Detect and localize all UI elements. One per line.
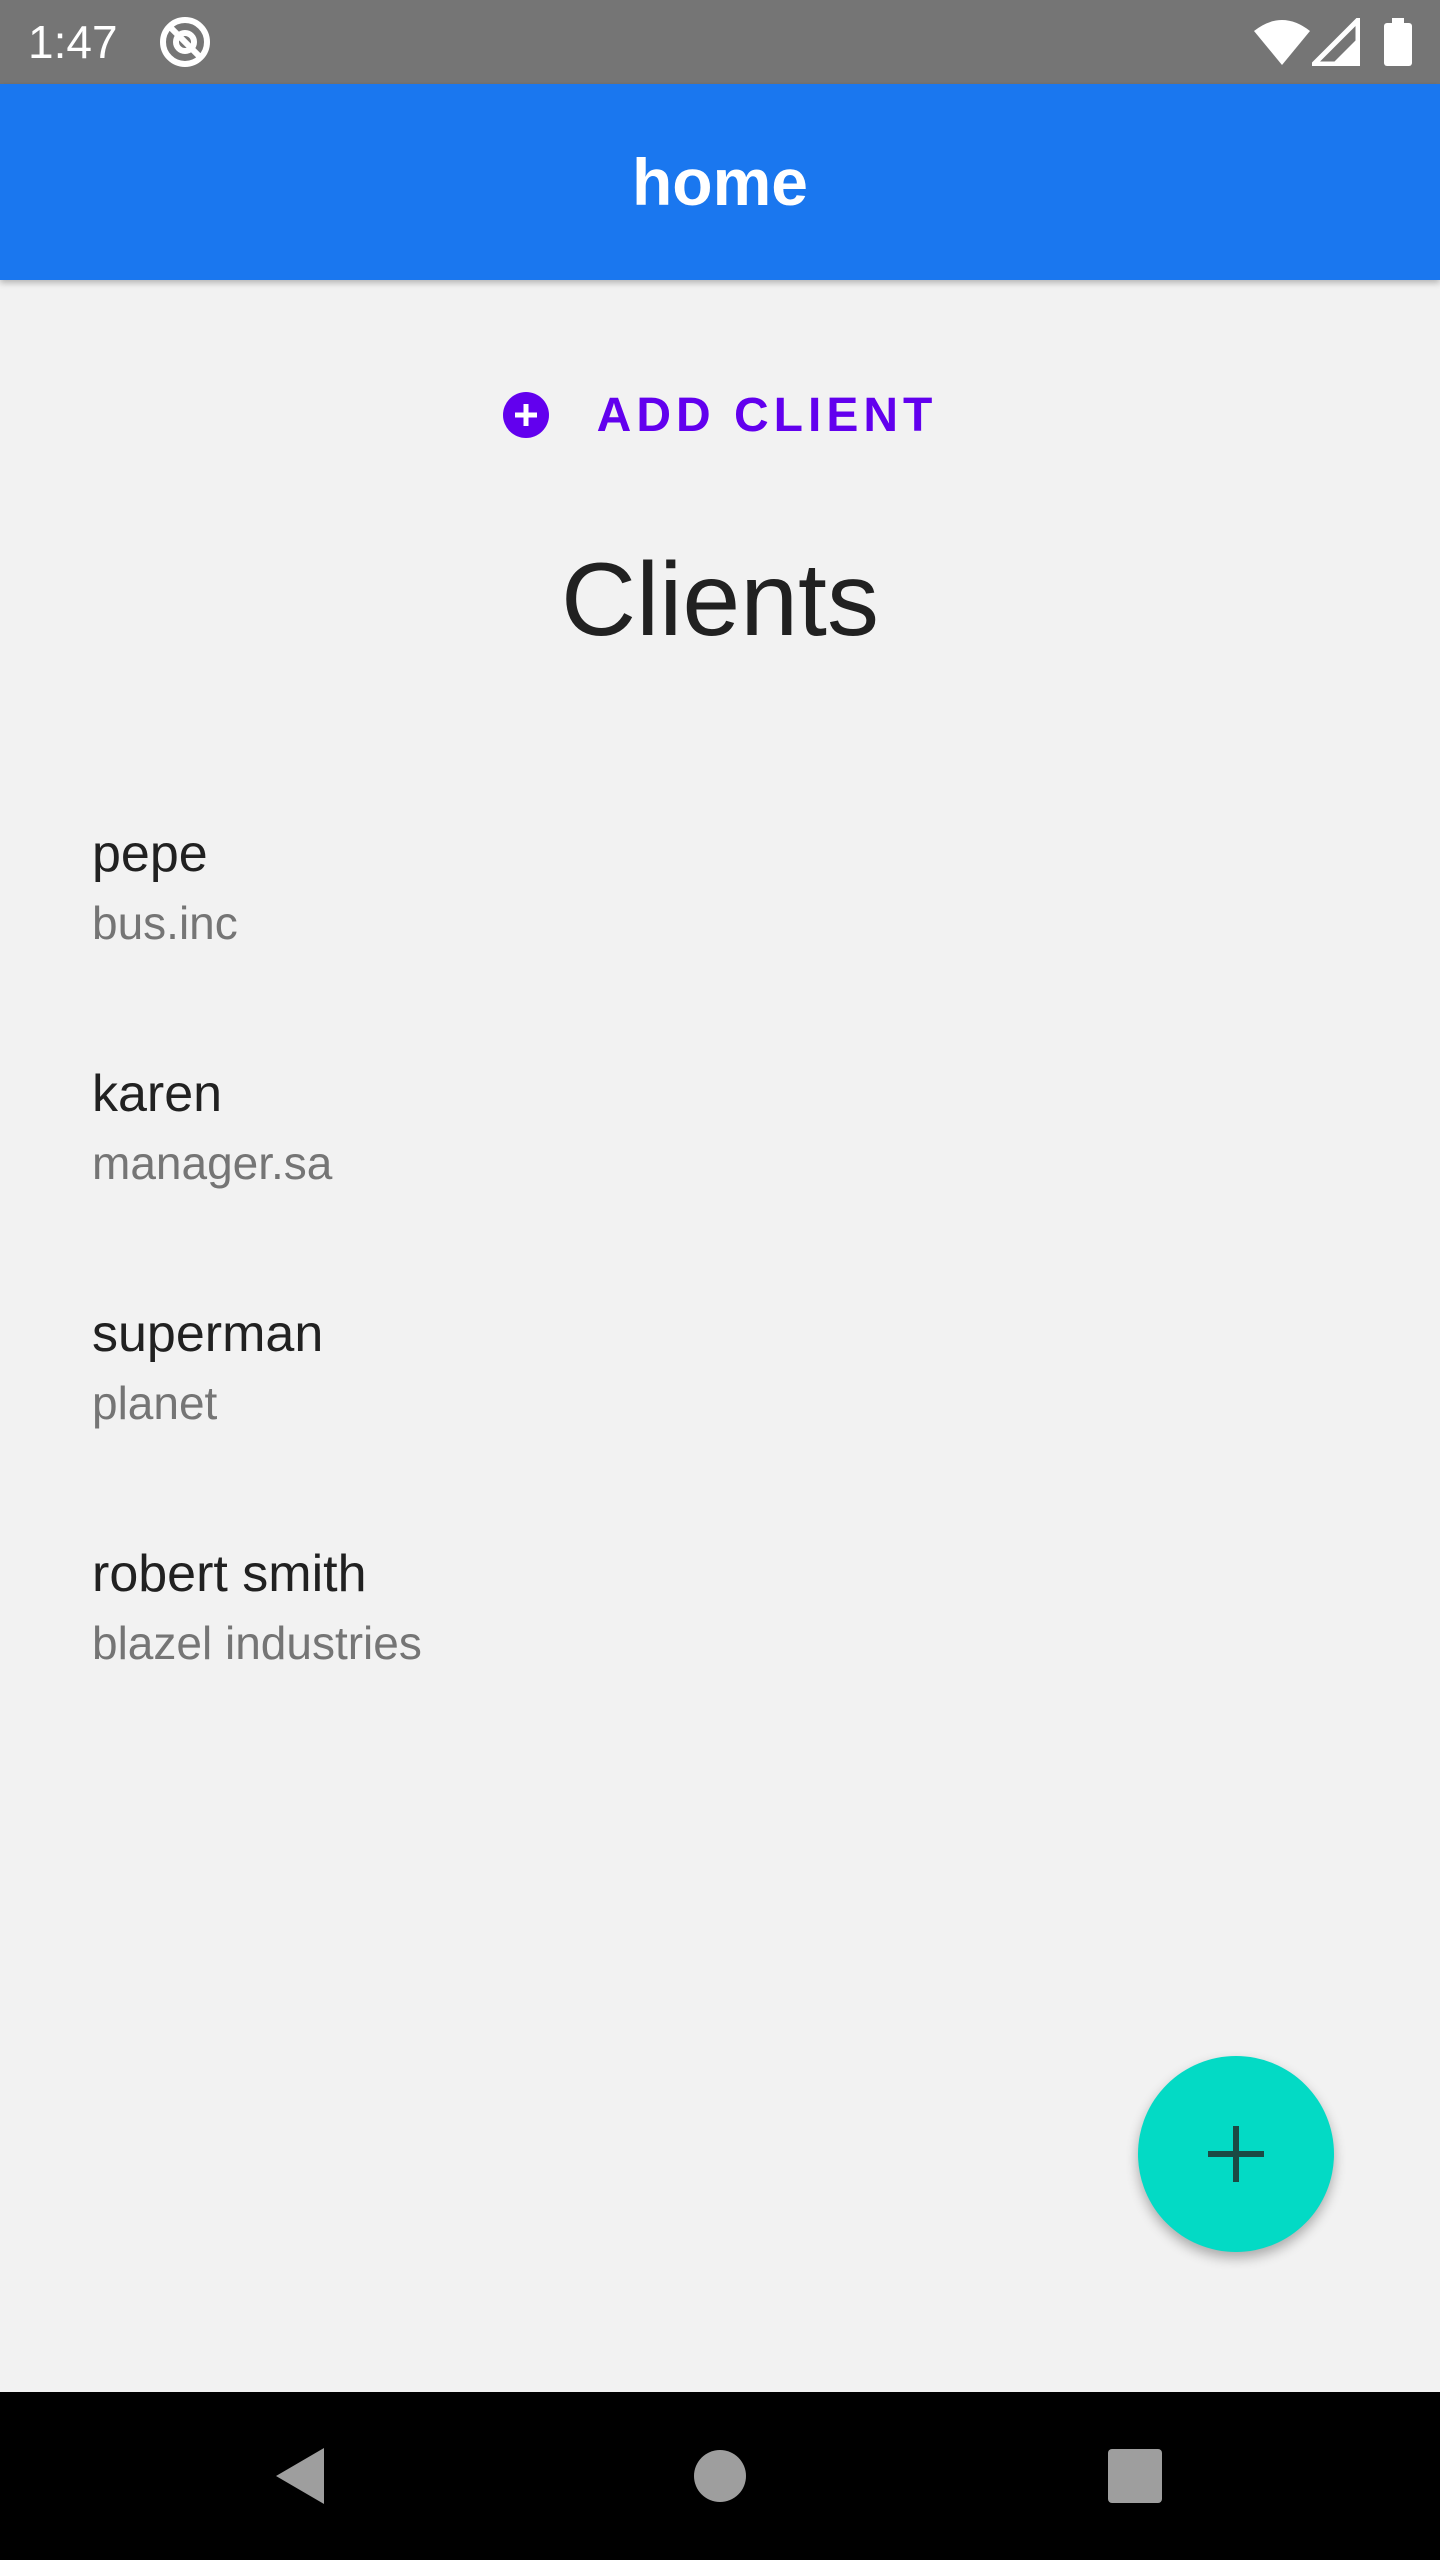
add-client-button[interactable]: ADD CLIENT bbox=[490, 370, 950, 460]
client-company: blazel industries bbox=[92, 1617, 422, 1669]
list-item[interactable]: pepe bus.inc bbox=[0, 800, 1440, 1040]
at-sign-icon bbox=[158, 0, 212, 84]
page-title: Clients bbox=[561, 542, 879, 658]
client-company: bus.inc bbox=[92, 897, 238, 949]
client-name: superman bbox=[92, 1305, 324, 1363]
back-button[interactable] bbox=[220, 2392, 380, 2560]
list-item[interactable]: karen manager.sa bbox=[0, 1040, 1440, 1280]
signal-icon bbox=[1312, 0, 1360, 84]
list-item[interactable]: robert smith blazel industries bbox=[0, 1520, 1440, 1760]
client-name: robert smith bbox=[92, 1545, 367, 1603]
client-company: planet bbox=[92, 1377, 218, 1429]
list-item[interactable]: superman planet bbox=[0, 1280, 1440, 1520]
home-button[interactable] bbox=[640, 2392, 800, 2560]
plus-icon bbox=[1208, 2126, 1264, 2182]
add-circle-icon bbox=[502, 392, 549, 438]
battery-icon bbox=[1384, 0, 1412, 84]
client-name: pepe bbox=[92, 825, 208, 883]
app-bar: home bbox=[0, 84, 1440, 280]
add-fab-button[interactable] bbox=[1138, 2056, 1334, 2252]
wifi-icon bbox=[1254, 0, 1310, 84]
status-bar: 1:47 bbox=[0, 0, 1440, 84]
client-name: karen bbox=[92, 1065, 223, 1123]
add-client-label: ADD CLIENT bbox=[596, 388, 938, 442]
navigation-bar bbox=[0, 2392, 1440, 2560]
back-icon bbox=[272, 2446, 328, 2506]
recents-button[interactable] bbox=[1055, 2392, 1215, 2560]
recents-icon bbox=[1108, 2449, 1162, 2503]
client-company: manager.sa bbox=[92, 1137, 333, 1189]
client-list: pepe bus.inc karen manager.sa superman p… bbox=[0, 800, 1440, 1760]
status-time: 1:47 bbox=[28, 16, 118, 68]
home-icon bbox=[694, 2450, 746, 2502]
app-title: home bbox=[631, 145, 809, 219]
